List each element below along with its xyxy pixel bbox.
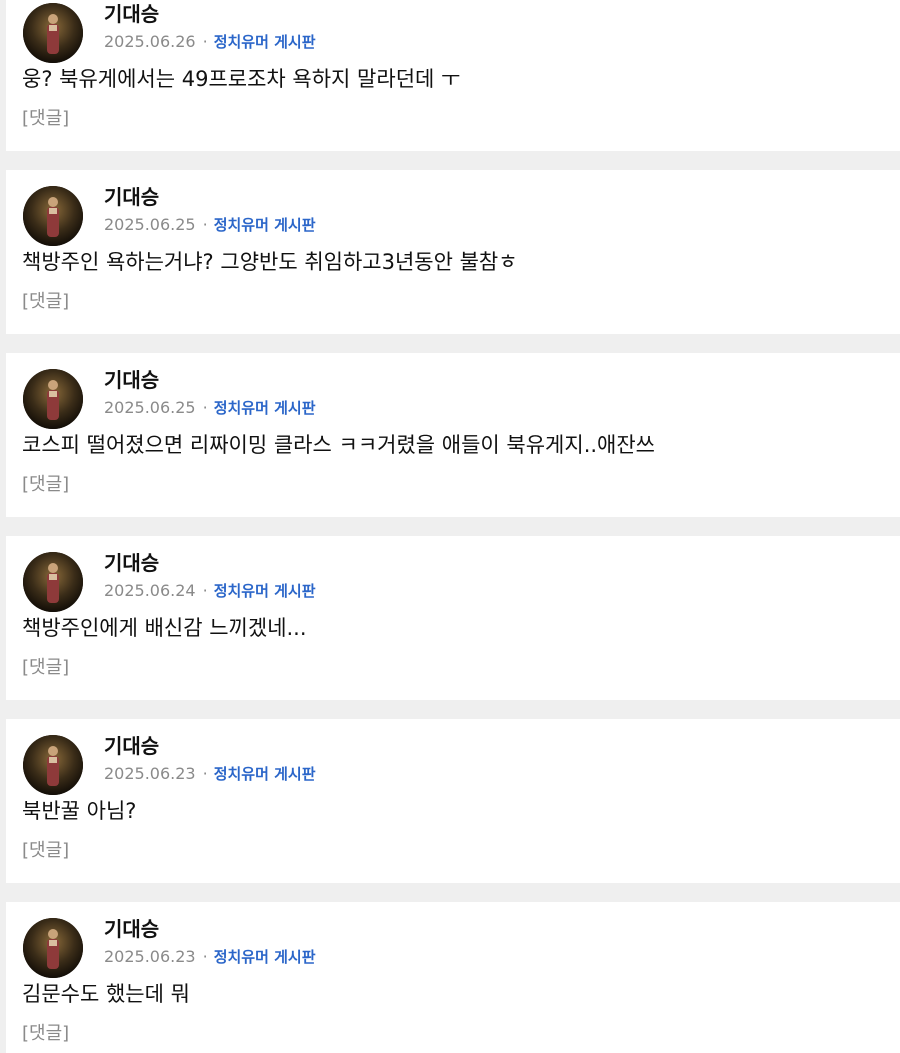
comment-meta: 2025.06.25 · 정치유머 게시판 — [104, 398, 316, 418]
comment-date: 2025.06.23 — [104, 947, 196, 966]
avatar-photo-icon — [23, 552, 83, 612]
avatar[interactable] — [23, 918, 83, 978]
avatar-photo-icon — [23, 186, 83, 246]
comment-date: 2025.06.23 — [104, 764, 196, 783]
comment-author[interactable]: 기대승 — [104, 734, 159, 758]
avatar[interactable] — [23, 186, 83, 246]
comment-meta: 2025.06.26 · 정치유머 게시판 — [104, 32, 316, 52]
meta-separator: · — [202, 764, 208, 783]
avatar-photo-icon — [23, 735, 83, 795]
comment-meta: 2025.06.23 · 정치유머 게시판 — [104, 764, 316, 784]
comment-content[interactable]: 웅? 북유게에서는 49프로조차 욕하지 말라던데 ㅜ — [22, 65, 460, 93]
reply-link[interactable]: [댓글] — [22, 107, 69, 131]
board-link[interactable]: 정치유머 게시판 — [214, 33, 316, 51]
reply-link[interactable]: [댓글] — [22, 473, 69, 497]
comment-author[interactable]: 기대승 — [104, 917, 159, 941]
comment-date: 2025.06.25 — [104, 215, 196, 234]
meta-separator: · — [202, 398, 208, 417]
avatar-photo-icon — [23, 369, 83, 429]
comment-content[interactable]: 책방주인 욕하는거냐? 그양반도 취임하고3년동안 불참ㅎ — [22, 248, 518, 276]
avatar[interactable] — [23, 3, 83, 63]
comment-author[interactable]: 기대승 — [104, 185, 159, 209]
comment-author[interactable]: 기대승 — [104, 2, 159, 26]
comment-card: 기대승 2025.06.25 · 정치유머 게시판 코스피 떨어졌으면 리짜이밍 클… — [6, 353, 900, 517]
board-link[interactable]: 정치유머 게시판 — [214, 582, 316, 600]
comment-content[interactable]: 북반꿀 아님? — [22, 797, 136, 825]
reply-link[interactable]: [댓글] — [22, 656, 69, 680]
reply-link[interactable]: [댓글] — [22, 839, 69, 863]
comment-meta: 2025.06.25 · 정치유머 게시판 — [104, 215, 316, 235]
board-link[interactable]: 정치유머 게시판 — [214, 765, 316, 783]
meta-separator: · — [202, 215, 208, 234]
comment-card: 기대승 2025.06.23 · 정치유머 게시판 북반꿀 아님? [댓글] — [6, 719, 900, 883]
comment-date: 2025.06.25 — [104, 398, 196, 417]
board-link[interactable]: 정치유머 게시판 — [214, 399, 316, 417]
meta-separator: · — [202, 32, 208, 51]
comment-meta: 2025.06.24 · 정치유머 게시판 — [104, 581, 316, 601]
avatar[interactable] — [23, 552, 83, 612]
comment-author[interactable]: 기대승 — [104, 551, 159, 575]
comment-date: 2025.06.26 — [104, 32, 196, 51]
avatar-photo-icon — [23, 3, 83, 63]
comment-feed: 기대승 2025.06.26 · 정치유머 게시판 웅? 북유게에서는 49프로조차… — [0, 0, 900, 1053]
comment-author[interactable]: 기대승 — [104, 368, 159, 392]
avatar[interactable] — [23, 369, 83, 429]
comment-meta: 2025.06.23 · 정치유머 게시판 — [104, 947, 316, 967]
board-link[interactable]: 정치유머 게시판 — [214, 948, 316, 966]
comment-content[interactable]: 김문수도 했는데 뭐 — [22, 980, 190, 1008]
comment-content[interactable]: 책방주인에게 배신감 느끼겠네... — [22, 614, 307, 642]
avatar[interactable] — [23, 735, 83, 795]
meta-separator: · — [202, 947, 208, 966]
meta-separator: · — [202, 581, 208, 600]
avatar-photo-icon — [23, 918, 83, 978]
reply-link[interactable]: [댓글] — [22, 1022, 69, 1046]
comment-content[interactable]: 코스피 떨어졌으면 리짜이밍 클라스 ㅋㅋ거렸을 애들이 북유게지..애잔쓰 — [22, 431, 655, 459]
comment-card: 기대승 2025.06.24 · 정치유머 게시판 책방주인에게 배신감 느끼겠네.… — [6, 536, 900, 700]
comment-card: 기대승 2025.06.25 · 정치유머 게시판 책방주인 욕하는거냐? 그양반도… — [6, 170, 900, 334]
board-link[interactable]: 정치유머 게시판 — [214, 216, 316, 234]
comment-card: 기대승 2025.06.23 · 정치유머 게시판 김문수도 했는데 뭐 [댓글] — [6, 902, 900, 1053]
reply-link[interactable]: [댓글] — [22, 290, 69, 314]
comment-date: 2025.06.24 — [104, 581, 196, 600]
comment-card: 기대승 2025.06.26 · 정치유머 게시판 웅? 북유게에서는 49프로조차… — [6, 0, 900, 151]
